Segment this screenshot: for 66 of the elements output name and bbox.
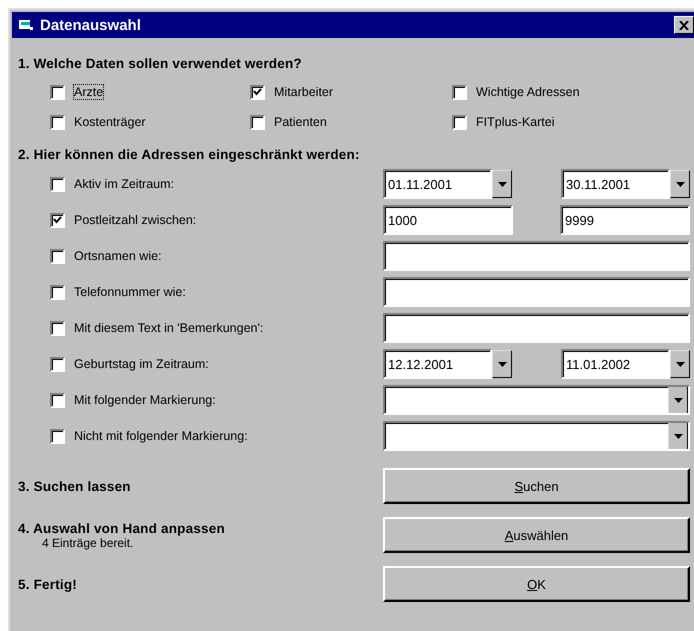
step-heading: 5. Fertig! (18, 576, 78, 592)
checkbox-label[interactable]: Patienten (274, 115, 327, 129)
input-field[interactable] (383, 241, 690, 271)
step-heading: 4. Auswahl von Hand anpassen (18, 520, 226, 536)
action-button[interactable]: Suchen (383, 468, 690, 504)
checkbox[interactable] (50, 212, 65, 228)
checkbox-label[interactable]: Kostenträger (74, 115, 146, 129)
dropdown-arrow-icon (498, 362, 506, 366)
dropdown-arrow-icon (674, 398, 682, 402)
dropdown-button[interactable] (670, 170, 690, 198)
checkbox-label[interactable]: FITplus-Kartei (476, 115, 554, 129)
checkbox-label[interactable]: Postleitzahl zwischen: (74, 213, 196, 227)
date-field[interactable]: 30.11.2001 (561, 169, 670, 199)
section-heading: 2. Hier können die Adressen eingeschränkt werden: (18, 147, 361, 162)
checkbox-label[interactable]: Telefonnummer wie: (74, 285, 186, 299)
window-icon (18, 18, 34, 32)
checkbox-label[interactable]: Wichtige Adressen (476, 85, 580, 99)
dropdown-button[interactable] (670, 350, 690, 378)
checkbox-label[interactable]: Aktiv im Zeitraum: (74, 177, 174, 191)
checkmark-icon (253, 88, 262, 96)
input-field[interactable]: 1000 (383, 205, 513, 235)
checkbox-label[interactable]: Geburtstag im Zeitraum: (74, 357, 209, 371)
dropdown-field[interactable] (383, 421, 690, 451)
dropdown-arrow-icon (676, 362, 684, 366)
action-button[interactable]: OK (383, 566, 690, 602)
checkbox-label[interactable]: Nicht mit folgender Markierung: (74, 429, 248, 443)
checkbox-label[interactable]: Ortsnamen wie: (74, 249, 162, 263)
dropdown-field[interactable] (383, 385, 690, 415)
input-field[interactable] (383, 277, 690, 307)
checkmark-icon (53, 216, 62, 224)
checkbox[interactable] (50, 84, 65, 100)
checkbox-label[interactable]: Arzte (74, 85, 104, 99)
checkbox[interactable] (50, 356, 65, 372)
step-heading: 3. Suchen lassen (18, 478, 132, 494)
window-title: Datenauswahl (40, 16, 142, 34)
dropdown-button[interactable] (668, 387, 688, 413)
dropdown-arrow-icon (498, 182, 506, 186)
dropdown-button[interactable] (492, 350, 512, 378)
status-text: 4 Einträge bereit. (41, 536, 134, 550)
checkbox[interactable] (452, 84, 467, 100)
date-field[interactable]: 11.01.2002 (561, 349, 670, 379)
date-field[interactable]: 01.11.2001 (383, 169, 492, 199)
checkbox[interactable] (50, 428, 65, 444)
dropdown-arrow-icon (674, 434, 682, 438)
checkbox[interactable] (250, 114, 265, 130)
dropdown-arrow-icon (676, 182, 684, 186)
checkbox[interactable] (50, 320, 65, 336)
checkbox[interactable] (50, 114, 65, 130)
close-icon (679, 20, 689, 30)
checkbox[interactable] (50, 176, 65, 192)
checkbox-label[interactable]: Mit diesem Text in 'Bemerkungen': (74, 321, 264, 335)
checkbox[interactable] (50, 392, 65, 408)
close-button[interactable] (674, 16, 694, 34)
action-button[interactable]: Auswählen (383, 517, 690, 553)
checkbox[interactable] (50, 248, 65, 264)
checkbox-label[interactable]: Mitarbeiter (274, 85, 334, 99)
checkbox[interactable] (250, 84, 265, 100)
input-field[interactable]: 9999 (560, 205, 690, 235)
dropdown-button[interactable] (668, 423, 688, 449)
section-heading: 1. Welche Daten sollen verwendet werden? (18, 56, 303, 71)
date-field[interactable]: 12.12.2001 (383, 349, 492, 379)
checkbox[interactable] (452, 114, 467, 130)
checkbox-label[interactable]: Mit folgender Markierung: (74, 393, 216, 407)
checkbox[interactable] (50, 284, 65, 300)
dropdown-button[interactable] (492, 170, 512, 198)
input-field[interactable] (383, 313, 690, 343)
